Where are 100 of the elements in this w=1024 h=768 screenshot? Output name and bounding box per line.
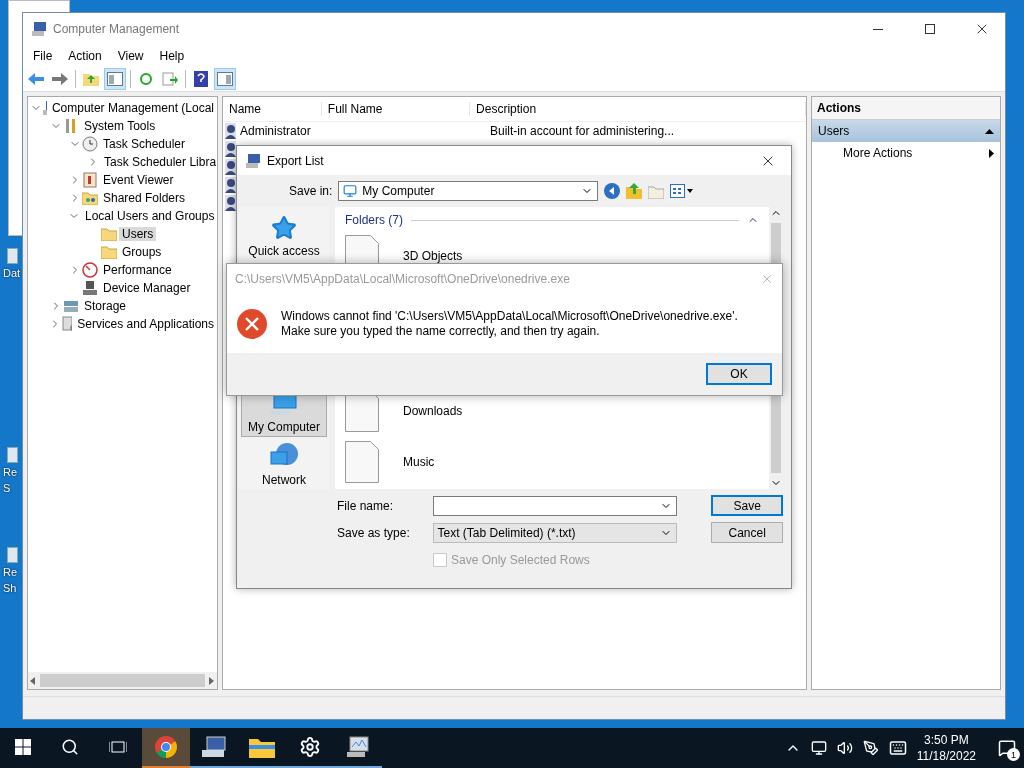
actions-title: Actions — [812, 97, 1000, 120]
refresh-icon[interactable] — [138, 71, 154, 87]
export-icon[interactable] — [162, 71, 178, 87]
tree-item[interactable]: Device Manager — [100, 281, 194, 295]
window-title: Computer Management — [53, 22, 181, 36]
storage-icon — [63, 298, 79, 314]
error-icon — [237, 308, 267, 339]
error-message: Windows cannot find 'C:\Users\VM5\AppData\Local\Microsoft\OneDrive\onedrive.exe'. Make sure you typed the name correctly, and then try again. — [281, 308, 738, 339]
minimize-icon[interactable] — [873, 28, 883, 30]
tree-item[interactable]: Services and Applications — [74, 317, 217, 331]
scroll-left-icon[interactable] — [30, 676, 36, 685]
cancel-button[interactable]: Cancel — [711, 522, 783, 543]
save-in-dropdown[interactable]: My Computer — [338, 181, 599, 201]
clock[interactable]: 3:50 PM 11/18/2022 — [916, 732, 976, 764]
notifications-icon[interactable] — [998, 739, 1016, 757]
column-header[interactable]: Name — [223, 102, 322, 116]
file-name-label: File name: — [337, 498, 395, 513]
tree-item[interactable]: System Tools — [81, 119, 159, 133]
action-item[interactable]: More Actions — [812, 142, 1000, 164]
notification-badge: 1 — [1007, 748, 1020, 761]
save-button[interactable]: Save — [711, 495, 783, 516]
device-icon — [82, 280, 98, 296]
user-icon — [225, 159, 236, 175]
folder-icon — [101, 245, 117, 259]
tree-item[interactable]: Task Scheduler Libra — [101, 155, 217, 169]
pen-icon[interactable] — [862, 740, 879, 756]
dialog-title: Export List — [267, 153, 325, 168]
maximize-icon[interactable] — [925, 24, 935, 34]
desktop-icon-label[interactable]: Dat — [0, 266, 21, 280]
tree-item[interactable]: Groups — [119, 245, 165, 259]
group-header: Folders (7) — [345, 213, 403, 227]
back-arrow-icon[interactable] — [28, 72, 44, 86]
column-header[interactable]: Description — [470, 102, 806, 116]
desktop-icon-label[interactable]: Sh — [0, 581, 17, 595]
shared-folder-icon — [82, 191, 98, 205]
tree-item[interactable]: Task Scheduler — [100, 137, 189, 151]
gauge-icon — [82, 262, 98, 278]
user-icon — [225, 195, 236, 211]
menu-item[interactable]: View — [109, 47, 152, 65]
windows-start-icon[interactable] — [15, 739, 31, 755]
tree-item[interactable]: Performance — [100, 263, 175, 277]
menu-item[interactable]: Action — [60, 47, 110, 65]
user-description: Built-in account for administering... — [490, 124, 675, 138]
actions-section[interactable]: Users — [812, 120, 1000, 142]
ok-button[interactable]: OK — [706, 363, 772, 385]
desktop-icon-label[interactable]: Re — [0, 565, 18, 579]
collapse-arrow-icon[interactable] — [985, 128, 994, 134]
submenu-arrow-icon — [989, 148, 994, 158]
chrome-icon[interactable] — [154, 735, 178, 759]
user-icon — [225, 123, 236, 139]
tree-item[interactable]: Shared Folders — [100, 191, 189, 205]
folder-icon — [101, 227, 117, 241]
tree-item[interactable]: Users — [119, 227, 157, 241]
search-icon[interactable] — [61, 738, 79, 756]
file-name-field[interactable] — [432, 495, 678, 516]
star-icon — [271, 214, 297, 241]
pane-icon[interactable] — [217, 72, 233, 86]
column-header[interactable]: Full Name — [321, 102, 471, 116]
folder-name[interactable]: Downloads — [403, 404, 463, 418]
monitor-icon — [343, 184, 358, 198]
scroll-right-icon[interactable] — [209, 676, 215, 685]
tree-item[interactable]: Event Viewer — [100, 173, 177, 187]
keyboard-icon[interactable] — [888, 739, 907, 757]
network-icon[interactable] — [810, 740, 827, 756]
place-item[interactable]: Quick access — [241, 211, 327, 261]
folder-item-icon[interactable] — [345, 440, 379, 483]
menu-item[interactable]: File — [25, 47, 61, 65]
view-menu-icon[interactable] — [670, 184, 695, 198]
desktop-icon-label[interactable]: Re — [0, 465, 18, 479]
folder-icon[interactable] — [249, 736, 275, 758]
save-in-label: Save in: — [289, 184, 333, 198]
folder-up-icon[interactable] — [83, 72, 99, 86]
checkbox-label: Save Only Selected Rows — [451, 553, 590, 567]
save-type-dropdown[interactable]: Text (Tab Delimited) (*.txt) — [432, 522, 678, 543]
volume-icon[interactable] — [836, 740, 853, 756]
user-name: Administrator — [240, 124, 311, 138]
folder-name[interactable]: Music — [403, 454, 435, 469]
settings-icon[interactable] — [299, 736, 321, 758]
task-view-icon[interactable] — [109, 739, 127, 755]
folder-up-icon[interactable] — [626, 183, 643, 199]
forward-arrow-icon[interactable] — [52, 72, 68, 86]
user-icon — [225, 141, 236, 157]
file-icon[interactable] — [7, 547, 18, 563]
tree-item[interactable]: Local Users and Groups — [82, 209, 217, 223]
desktop-icon-label[interactable]: S — [0, 481, 11, 495]
menu-item[interactable]: Help — [151, 47, 193, 65]
monitor-icon[interactable] — [345, 735, 371, 759]
pane-icon[interactable] — [107, 72, 123, 86]
dialog-title: C:\Users\VM5\AppData\Local\Microsoft\OneDrive\onedrive.exe — [235, 272, 570, 286]
help-icon[interactable] — [194, 71, 208, 87]
folder-name[interactable]: 3D Objects — [403, 249, 463, 264]
file-icon[interactable] — [7, 248, 18, 264]
horizontal-scrollbar[interactable] — [28, 672, 217, 689]
file-icon[interactable] — [7, 447, 18, 463]
tree-item[interactable]: Storage — [81, 299, 130, 313]
user-icon — [225, 177, 236, 193]
place-item[interactable]: Network — [241, 439, 327, 489]
tree-item[interactable]: Computer Management (Local — [48, 101, 217, 115]
services-icon — [61, 316, 73, 332]
clock-icon — [82, 136, 98, 152]
